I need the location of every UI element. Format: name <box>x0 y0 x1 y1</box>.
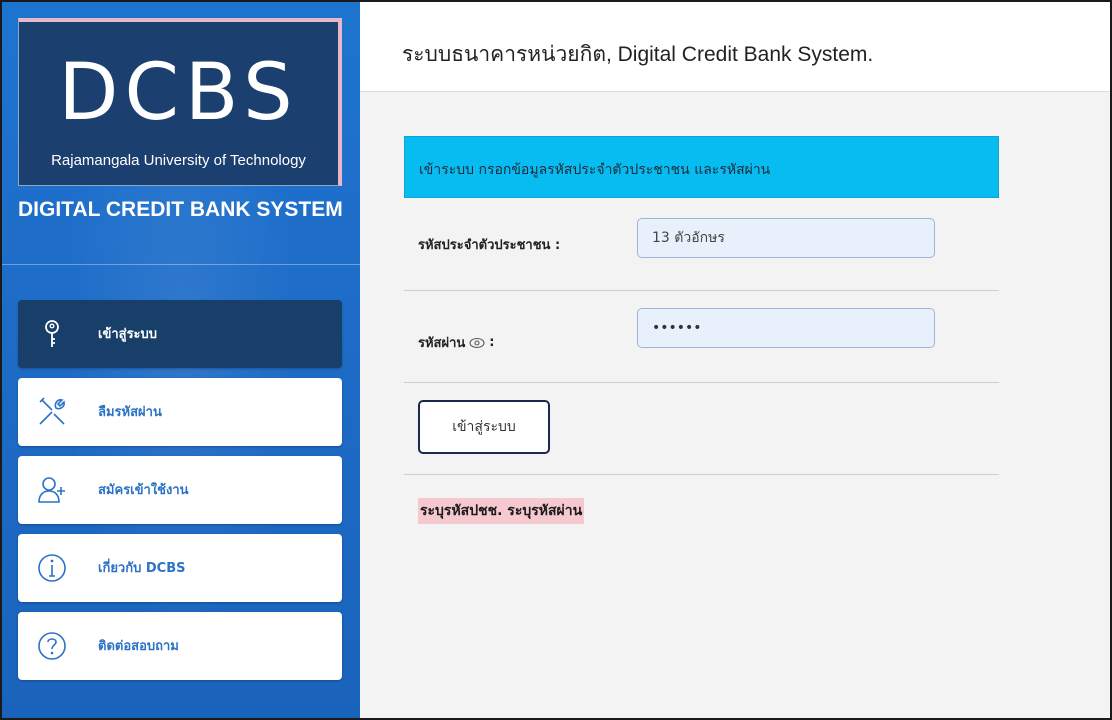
help-icon <box>38 632 66 660</box>
password-label-text: รหัสผ่าน <box>418 336 466 351</box>
form-divider <box>404 382 999 383</box>
password-label-colon: : <box>489 335 495 350</box>
key-icon <box>45 320 59 347</box>
top-bar: ระบบธนาคารหน่วยกิต, Digital Credit Bank … <box>360 2 1110 92</box>
eye-icon[interactable] <box>469 337 485 349</box>
sidebar-item-about[interactable]: เกี่ยวกับ DCBS <box>18 534 342 602</box>
app-window: DCBS Rajamangala University of Technolog… <box>0 0 1112 720</box>
login-banner: เข้าระบบ กรอกข้อมูลรหัสประจำตัวประชาชน แ… <box>404 136 999 198</box>
sidebar-item-label: ลืมรหัสผ่าน <box>98 405 162 420</box>
sidebar-item-label: เกี่ยวกับ DCBS <box>98 561 186 576</box>
error-message: ระบุรหัสปชช. ระบุรหัสผ่าน <box>418 498 585 524</box>
password-field-label: รหัสผ่าน : <box>418 332 495 353</box>
sidebar-item-login[interactable]: เข้าสู่ระบบ <box>18 300 342 368</box>
form-divider <box>404 290 999 291</box>
logo-sub-text: Rajamangala University of Technology <box>51 152 306 169</box>
sidebar-item-contact[interactable]: ติดต่อสอบถาม <box>18 612 342 680</box>
sidebar: DCBS Rajamangala University of Technolog… <box>2 2 360 718</box>
main-content: ระบบธนาคารหน่วยกิต, Digital Credit Bank … <box>360 2 1110 718</box>
citizen-id-input[interactable] <box>637 218 935 258</box>
add-user-icon <box>38 477 65 503</box>
info-icon <box>38 554 66 582</box>
sidebar-item-forgot-password[interactable]: ลืมรหัสผ่าน <box>18 378 342 446</box>
system-name: DIGITAL CREDIT BANK SYSTEM <box>18 198 343 221</box>
page-title: ระบบธนาคารหน่วยกิต, Digital Credit Bank … <box>402 43 874 66</box>
sidebar-item-register[interactable]: สมัครเข้าใช้งาน <box>18 456 342 524</box>
logo-main-text: DCBS <box>58 48 299 138</box>
sidebar-item-label: สมัครเข้าใช้งาน <box>98 483 189 498</box>
login-button[interactable]: เข้าสู่ระบบ <box>418 400 550 454</box>
dcbs-logo: DCBS Rajamangala University of Technolog… <box>18 18 342 186</box>
sidebar-item-label: เข้าสู่ระบบ <box>98 327 158 342</box>
tools-icon <box>39 397 65 425</box>
form-divider <box>404 474 999 475</box>
login-banner-text: เข้าระบบ กรอกข้อมูลรหัสประจำตัวประชาชน แ… <box>419 162 771 178</box>
id-field-label: รหัสประจำตัวประชาชน : <box>418 238 561 253</box>
password-input[interactable] <box>637 308 935 348</box>
sidebar-item-label: ติดต่อสอบถาม <box>98 639 179 654</box>
sidebar-divider <box>2 264 360 265</box>
